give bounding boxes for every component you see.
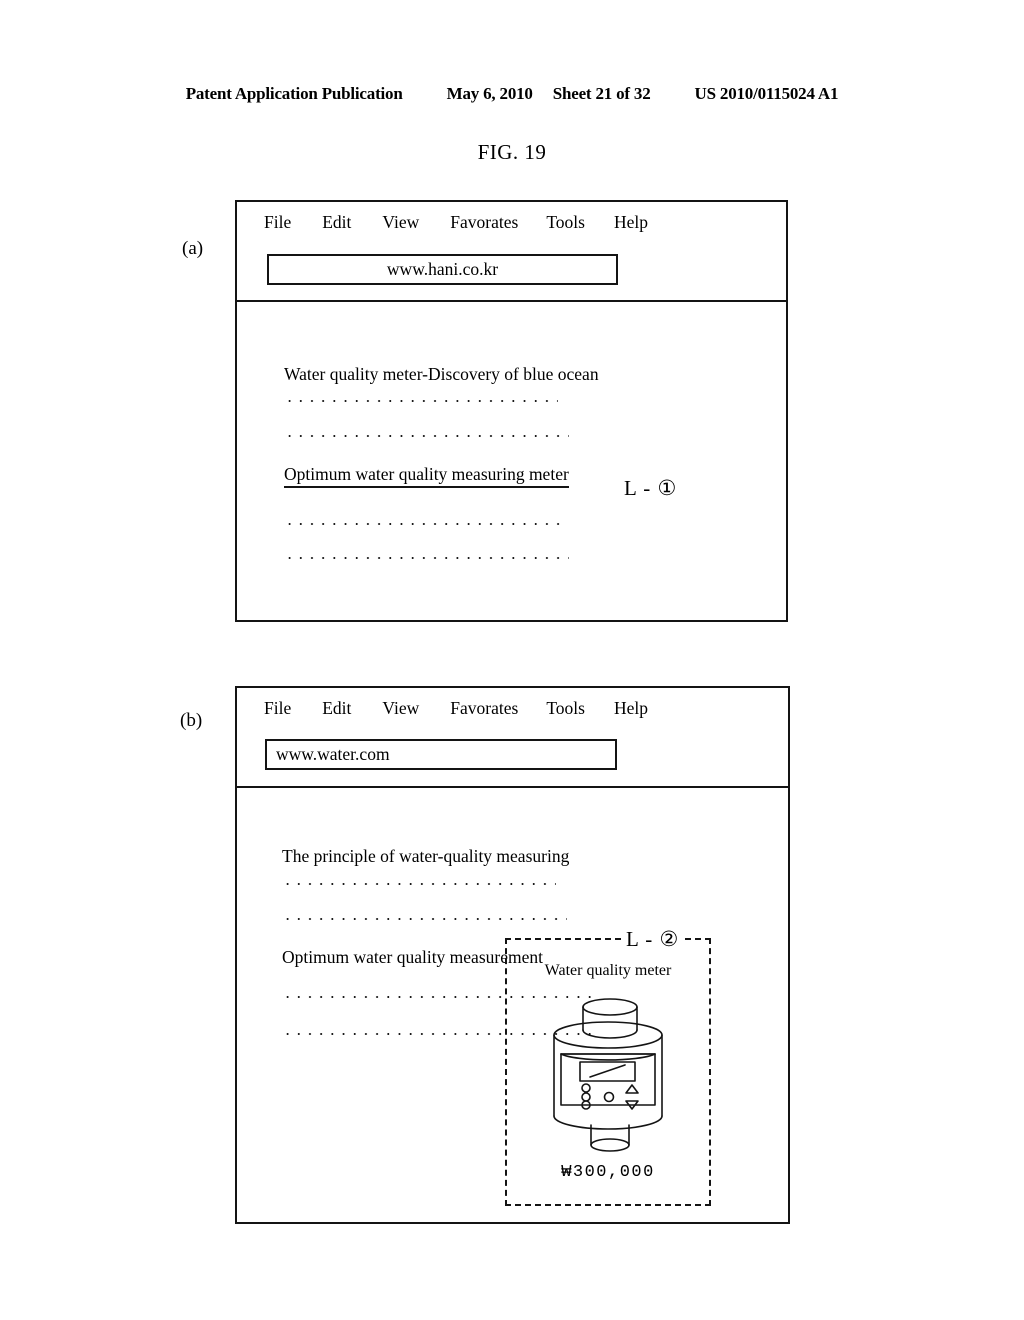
patent-publication-label: Patent Application Publication	[185, 84, 403, 103]
placeholder-dots	[282, 882, 556, 886]
product-link-b[interactable]: Optimum water quality measurement	[282, 947, 543, 968]
browser-content-a: Water quality meter-Discovery of blue oc…	[237, 302, 786, 620]
menu-item-tools[interactable]: Tools	[546, 698, 585, 719]
browser-toolbar-b: File Edit View Favorates Tools Help www.…	[237, 688, 788, 788]
patent-number-label: US 2010/0115024 A1	[694, 84, 839, 103]
placeholder-dots	[284, 522, 560, 526]
panel-label-a: (a)	[182, 238, 204, 259]
menu-item-help[interactable]: Help	[614, 212, 648, 233]
placeholder-dots	[282, 917, 567, 921]
product-link-a[interactable]: Optimum water quality measuring meter	[284, 464, 569, 488]
patent-date-label: May 6, 2010	[446, 84, 533, 103]
menu-bar-b: File Edit View Favorates Tools Help	[237, 688, 788, 719]
patent-header: Patent Application Publication May 6, 20…	[0, 84, 1024, 104]
placeholder-dots	[284, 434, 569, 438]
menu-item-file[interactable]: File	[264, 212, 291, 233]
popup-title: Water quality meter	[544, 962, 672, 979]
menu-item-edit[interactable]: Edit	[322, 698, 351, 719]
menu-item-view[interactable]: View	[382, 698, 419, 719]
menu-bar-a: File Edit View Favorates Tools Help	[237, 202, 786, 233]
menu-item-favorates[interactable]: Favorates	[450, 698, 518, 719]
placeholder-dots	[284, 399, 558, 403]
menu-item-help[interactable]: Help	[614, 698, 648, 719]
browser-window-a: File Edit View Favorates Tools Help www.…	[235, 200, 788, 622]
callout-label-l2: L - ②	[623, 927, 683, 952]
panel-label-b: (b)	[180, 710, 203, 731]
callout-label-l1: L - ①	[621, 476, 681, 501]
address-bar-input-b[interactable]: www.water.com	[265, 739, 617, 770]
menu-item-file[interactable]: File	[264, 698, 291, 719]
product-popup-box[interactable]: Water quality meter ₩300,000	[505, 938, 711, 1206]
patent-sheet-label: Sheet 21 of 32	[552, 84, 651, 103]
page-heading-b: The principle of water-quality measuring	[282, 846, 570, 866]
menu-item-edit[interactable]: Edit	[322, 212, 351, 233]
placeholder-dots	[284, 556, 569, 560]
menu-item-view[interactable]: View	[382, 212, 419, 233]
page-heading-a: Water quality meter-Discovery of blue oc…	[284, 364, 599, 384]
water-quality-meter-device-icon	[537, 992, 683, 1160]
address-bar-input-a[interactable]: www.hani.co.kr	[267, 254, 618, 285]
browser-toolbar-a: File Edit View Favorates Tools Help www.…	[237, 202, 786, 302]
product-price: ₩300,000	[561, 1163, 655, 1182]
figure-title: FIG. 19	[477, 140, 547, 164]
menu-item-favorates[interactable]: Favorates	[450, 212, 518, 233]
menu-item-tools[interactable]: Tools	[546, 212, 585, 233]
